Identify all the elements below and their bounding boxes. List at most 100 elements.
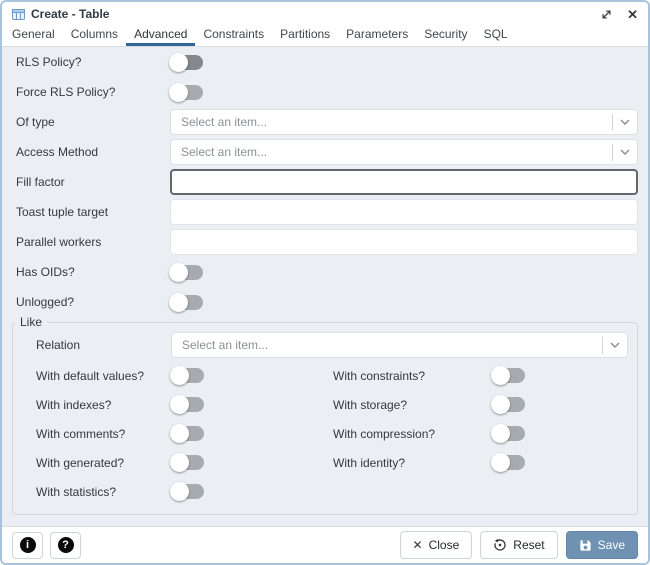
toggle-with-identity[interactable]: [491, 453, 525, 472]
like-cell: With statistics?: [36, 482, 333, 501]
tab-columns[interactable]: Columns: [63, 24, 126, 46]
field-label: Parallel workers: [16, 235, 102, 249]
like-cell: With storage?: [333, 395, 628, 414]
select-separator: [612, 143, 613, 161]
field-label: RLS Policy?: [16, 55, 82, 69]
form-row: Of type Select an item...: [16, 107, 638, 137]
like-toggle-row: With indexes? With storage?: [13, 390, 628, 419]
field-control: Select an item...: [170, 109, 638, 135]
maximize-icon[interactable]: [601, 9, 612, 20]
close-button[interactable]: ✕ Close: [399, 531, 473, 559]
field-label: Toast tuple target: [16, 205, 109, 219]
form-row: Has OIDs?: [16, 257, 638, 287]
toggle-rls-policy[interactable]: [169, 52, 203, 72]
like-cell: With comments?: [36, 424, 333, 443]
like-legend: Like: [15, 315, 48, 329]
help-icon: ?: [57, 537, 74, 553]
create-table-dialog: Create - Table ✕ General Columns Advanced C…: [0, 0, 650, 565]
select-access-method[interactable]: Select an item...: [170, 139, 638, 165]
form-row: RLS Policy?: [16, 47, 638, 77]
sql-info-button[interactable]: i: [12, 531, 43, 559]
reset-icon: [493, 538, 507, 552]
input-parallel-workers[interactable]: [170, 229, 638, 255]
like-cell: With default values?: [36, 366, 333, 385]
toggle-knob: [169, 262, 188, 282]
like-toggle-row: With default values? With constraints?: [13, 361, 628, 390]
reset-button[interactable]: Reset: [480, 531, 558, 559]
form-row: Unlogged?: [16, 287, 638, 317]
chevron-down-icon: [620, 119, 630, 125]
field-label: With indexes?: [36, 397, 112, 412]
dialog-footer: i ? ✕ Close Reset Save: [2, 526, 648, 563]
toggle-knob: [491, 453, 510, 472]
tab-constraints[interactable]: Constraints: [195, 24, 272, 46]
toggle-with-constraints[interactable]: [491, 366, 525, 385]
tab-sql[interactable]: SQL: [476, 24, 516, 46]
field-label: With compression?: [333, 426, 436, 441]
like-toggle-row: With generated? With identity?: [13, 448, 628, 477]
form-row: Force RLS Policy?: [16, 77, 638, 107]
input-toast-tuple-target[interactable]: [170, 199, 638, 225]
toggle-with-statistics[interactable]: [170, 482, 204, 501]
field-label: With comments?: [36, 426, 126, 441]
like-cell: With compression?: [333, 424, 628, 443]
field-label: With storage?: [333, 397, 408, 412]
toggle-with-generated[interactable]: [170, 453, 204, 472]
close-icon[interactable]: ✕: [627, 8, 638, 21]
select-relation[interactable]: Select an item...: [171, 332, 628, 358]
like-toggle-row: With comments? With compression?: [13, 419, 628, 448]
select-separator: [612, 113, 613, 131]
toggle-knob: [170, 395, 189, 414]
toggle-with-comments[interactable]: [170, 424, 204, 443]
field-label: With constraints?: [333, 368, 426, 383]
close-button-label: Close: [428, 538, 460, 552]
dialog-title: Create - Table: [31, 7, 110, 21]
field-label: Unlogged?: [16, 295, 75, 309]
tab-bar: General Columns Advanced Constraints Partiti…: [2, 24, 648, 47]
select-placeholder: Select an item...: [182, 338, 269, 352]
like-cell: With identity?: [333, 453, 628, 472]
field-control: [169, 292, 638, 312]
advanced-tab-panel: RLS Policy? Force RLS Policy? Of type Selec…: [2, 47, 648, 526]
toggle-knob: [491, 395, 510, 414]
form-row: Parallel workers: [16, 227, 638, 257]
field-control: [169, 52, 638, 72]
like-fieldset: Like Relation Select an item... With def…: [12, 315, 638, 515]
field-control: [170, 229, 638, 255]
field-label: Access Method: [16, 145, 99, 159]
toggle-unlogged[interactable]: [169, 292, 203, 312]
field-label: With generated?: [36, 455, 125, 470]
input-fill-factor[interactable]: [170, 169, 638, 195]
tab-parameters[interactable]: Parameters: [338, 24, 416, 46]
toggle-knob: [169, 82, 188, 102]
toggle-with-indexes[interactable]: [170, 395, 204, 414]
save-button-label: Save: [597, 538, 625, 552]
toggle-knob: [170, 453, 189, 472]
toggle-with-compression[interactable]: [491, 424, 525, 443]
toggle-force-rls-policy[interactable]: [169, 82, 203, 102]
form-row: Toast tuple target: [16, 197, 638, 227]
field-label: With identity?: [333, 455, 406, 470]
chevron-down-icon: [610, 342, 620, 348]
toggle-with-storage[interactable]: [491, 395, 525, 414]
reset-button-label: Reset: [513, 538, 545, 552]
field-label: Fill factor: [16, 175, 65, 189]
tab-partitions[interactable]: Partitions: [272, 24, 338, 46]
field-label: Relation: [36, 338, 81, 352]
save-button[interactable]: Save: [565, 531, 638, 559]
select-of-type[interactable]: Select an item...: [170, 109, 638, 135]
field-label: Force RLS Policy?: [16, 85, 116, 99]
form-row: Access Method Select an item...: [16, 137, 638, 167]
toggle-knob: [169, 292, 188, 312]
select-placeholder: Select an item...: [181, 115, 268, 129]
close-x-icon: ✕: [412, 538, 423, 552]
tab-advanced[interactable]: Advanced: [126, 24, 196, 46]
like-toggle-row: With statistics?: [13, 477, 628, 506]
help-button[interactable]: ?: [50, 531, 81, 559]
like-cell: With generated?: [36, 453, 333, 472]
toggle-with-default-values[interactable]: [170, 366, 204, 385]
toggle-has-oids[interactable]: [169, 262, 203, 282]
dialog-titlebar: Create - Table ✕: [2, 2, 648, 24]
tab-security[interactable]: Security: [416, 24, 475, 46]
tab-general[interactable]: General: [4, 24, 63, 46]
